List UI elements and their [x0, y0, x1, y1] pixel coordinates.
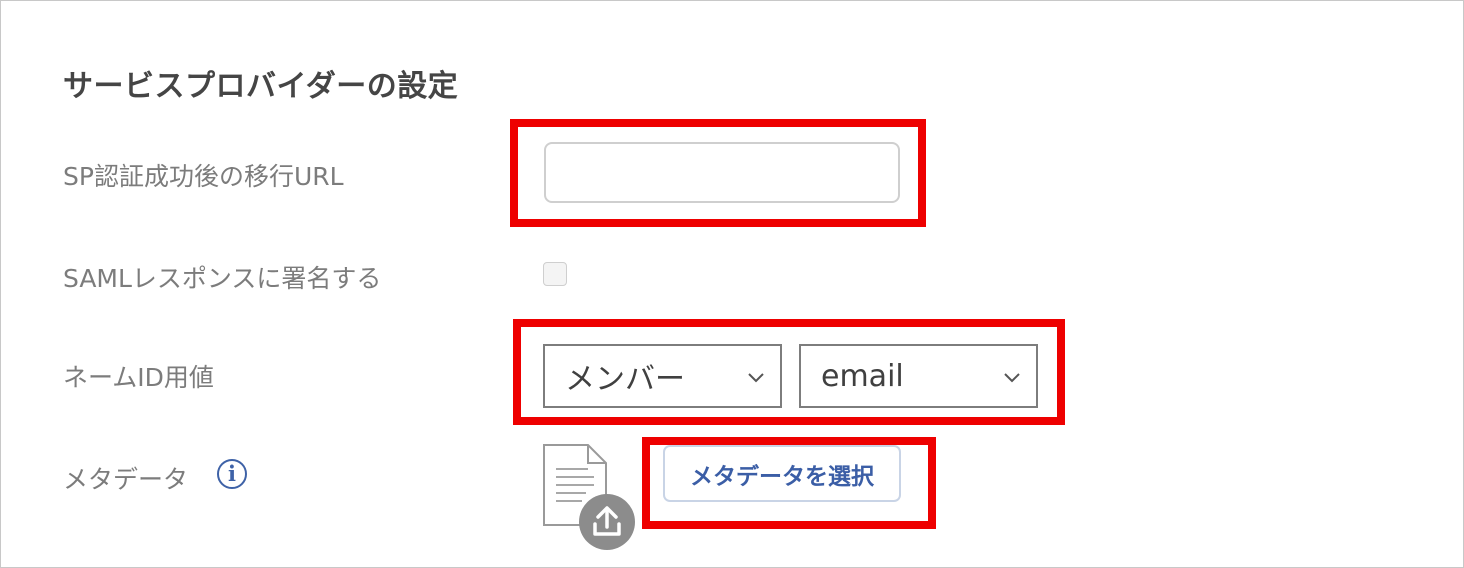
- highlight-box-url: [510, 119, 926, 227]
- sign-response-checkbox[interactable]: [543, 262, 567, 286]
- highlight-box-metadata: [642, 437, 936, 529]
- settings-panel: サービスプロバイダーの設定 SP認証成功後の移行URL SAMLレスポンスに署名…: [0, 0, 1464, 568]
- section-title: サービスプロバイダーの設定: [63, 69, 459, 104]
- sign-response-label: SAMLレスポンスに署名する: [63, 264, 382, 293]
- metadata-label: メタデータ: [63, 465, 189, 494]
- highlight-box-name-id: [513, 319, 1065, 425]
- info-icon[interactable]: i: [217, 459, 247, 489]
- redirect-url-label: SP認証成功後の移行URL: [63, 162, 344, 191]
- name-id-label: ネームID用値: [63, 363, 214, 392]
- upload-icon[interactable]: [579, 494, 635, 550]
